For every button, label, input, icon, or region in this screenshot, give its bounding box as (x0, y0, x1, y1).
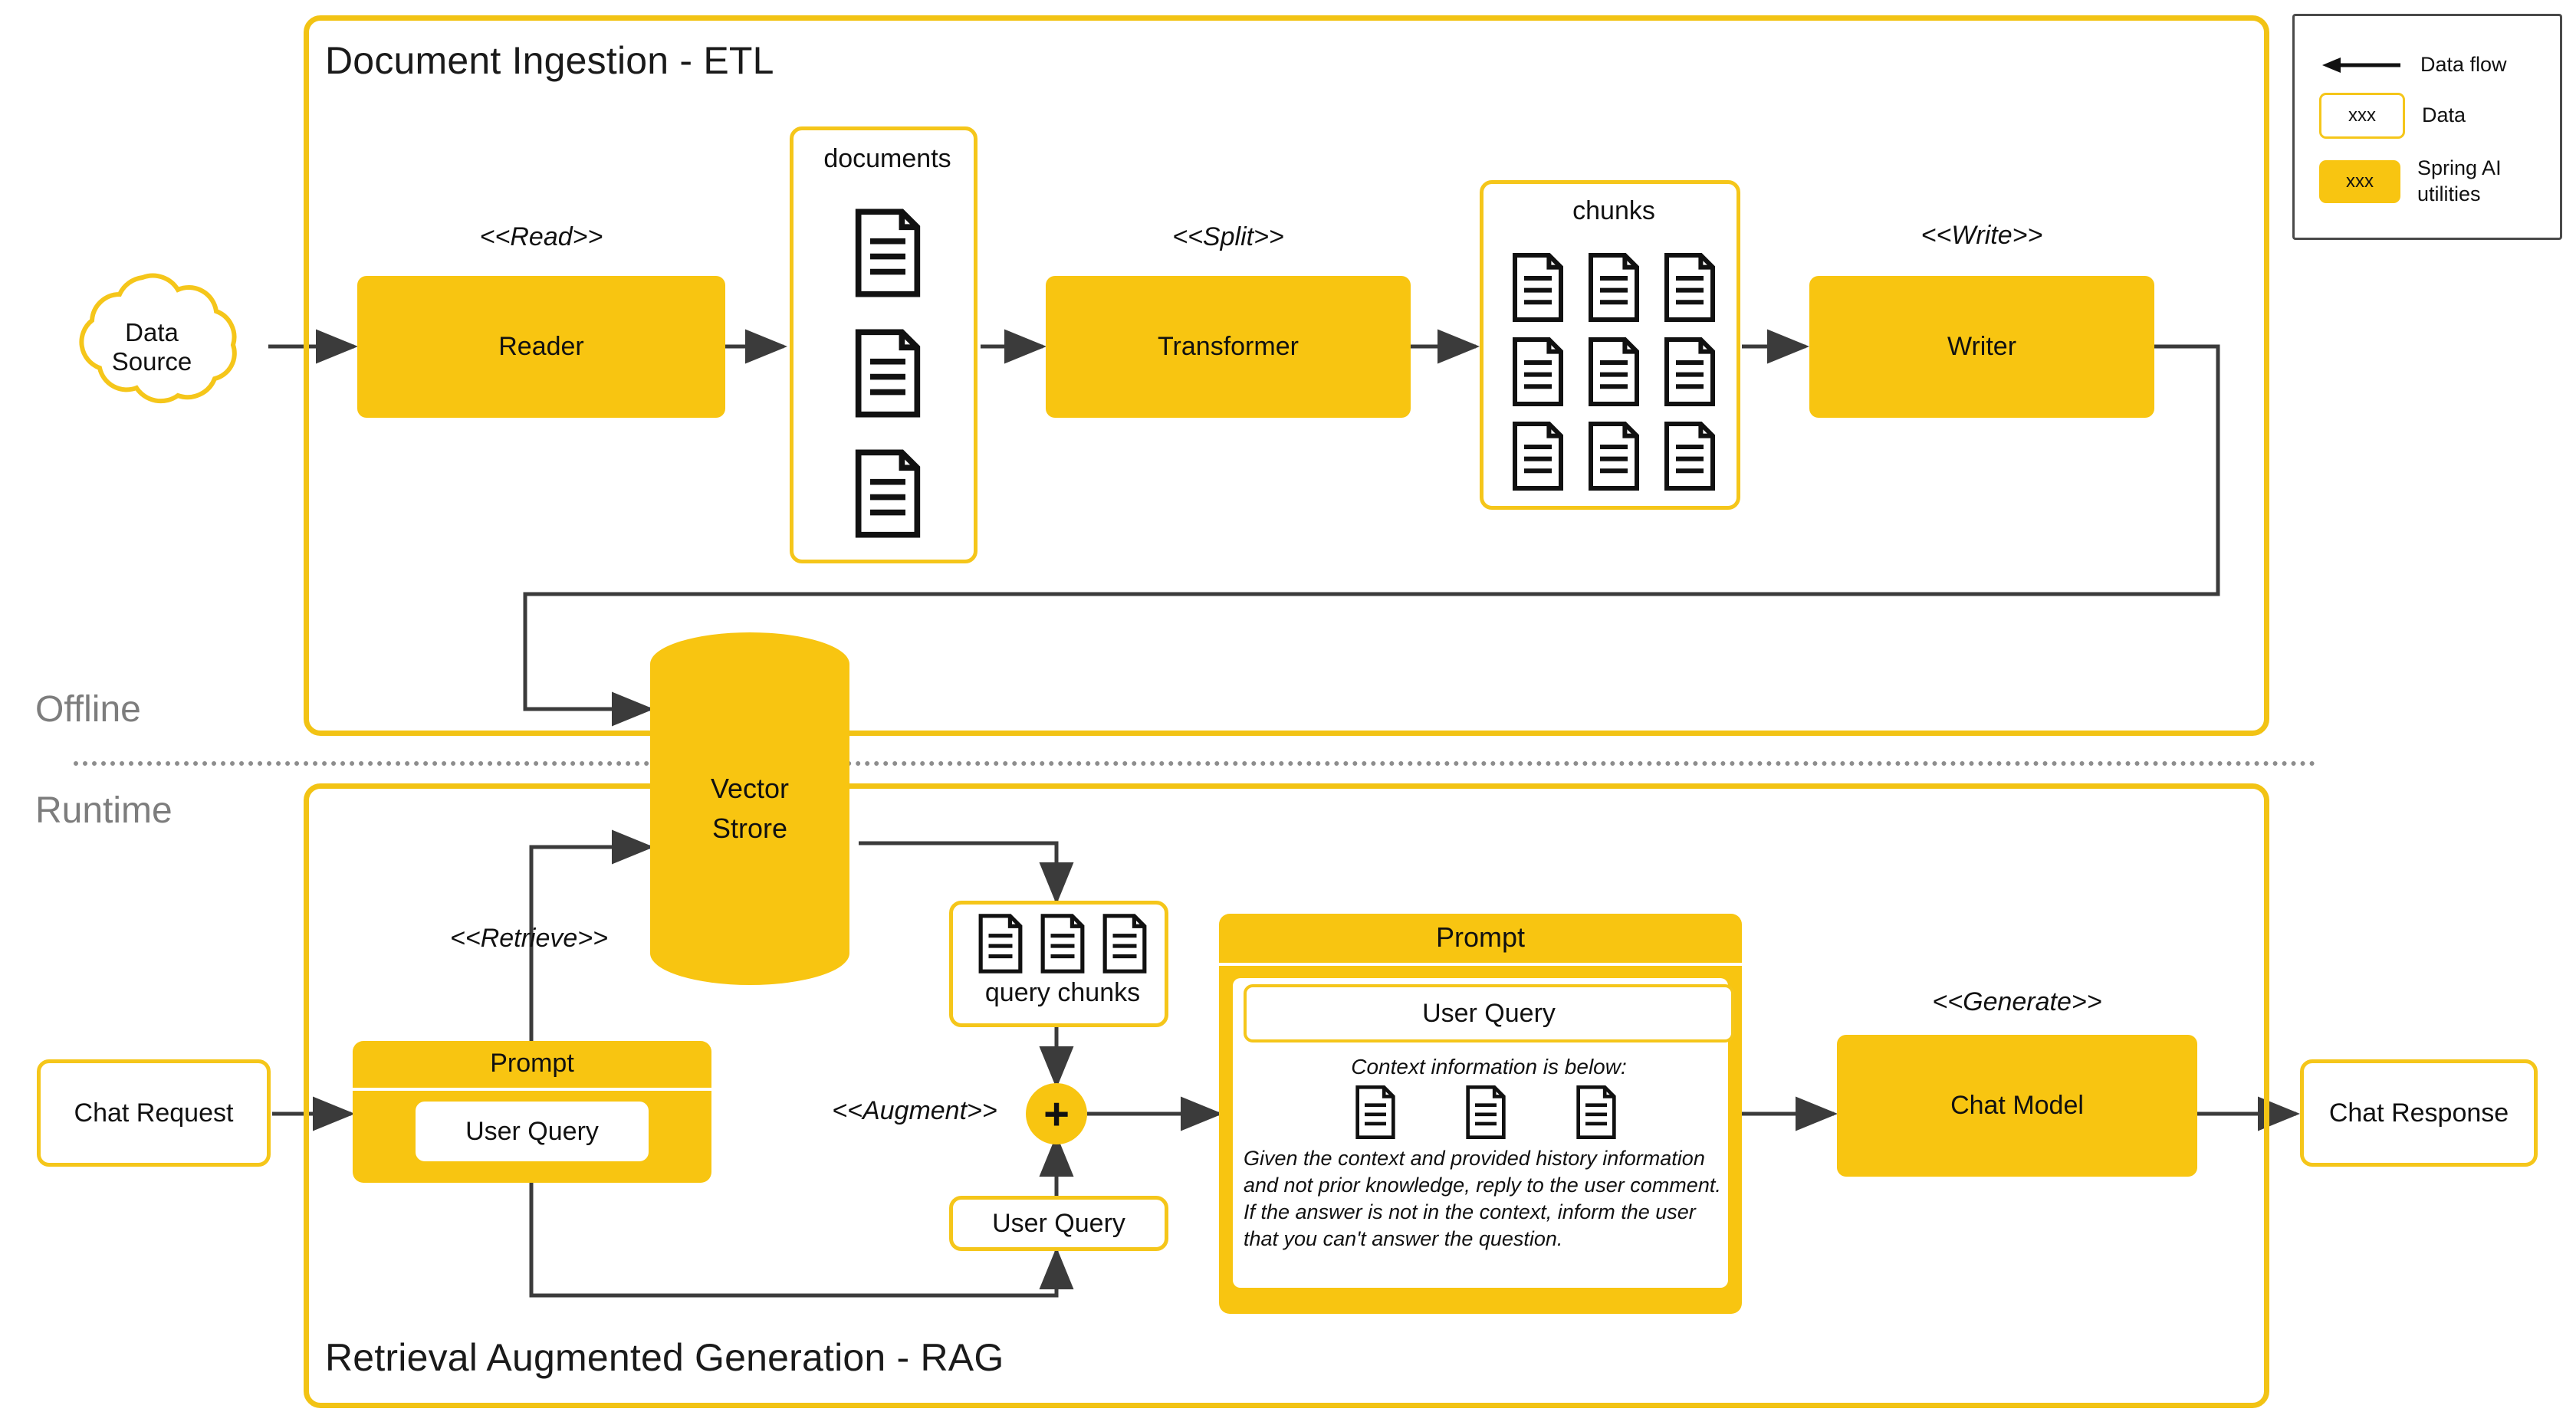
document-icon (855, 329, 920, 418)
augmented-prompt-body: User Query Context information is below:… (1233, 978, 1734, 1288)
documents-icon-stack (794, 193, 981, 553)
chat-request-node[interactable]: Chat Request (37, 1059, 271, 1167)
writer-node[interactable]: Writer (1809, 276, 2154, 418)
document-icon (1664, 422, 1715, 491)
context-intro-text: Context information is below: (1351, 1055, 1627, 1079)
augment-plus-node[interactable]: + (1026, 1083, 1087, 1144)
context-docs-row (1286, 1085, 1685, 1139)
vector-store-line1: Vector (710, 772, 790, 804)
phase-runtime-label: Runtime (35, 790, 172, 831)
vector-store-node[interactable]: Vector Strore (650, 632, 849, 985)
prompt-instruction-text: Given the context and provided history i… (1244, 1147, 1721, 1251)
document-icon (1040, 914, 1085, 974)
request-prompt-node[interactable]: Prompt User Query (353, 1041, 711, 1183)
augmented-prompt-header: Prompt (1219, 914, 1742, 966)
transformer-node[interactable]: Transformer (1046, 276, 1411, 418)
stereotype-read: <<Read>> (479, 222, 603, 251)
chat-model-node[interactable]: Chat Model (1837, 1035, 2197, 1177)
documents-label: documents (823, 144, 951, 173)
chunks-label: chunks (1572, 196, 1655, 225)
stereotype-generate: <<Generate>> (1932, 987, 2102, 1016)
data-source-line2: Source (111, 347, 192, 376)
document-icon (1355, 1085, 1395, 1139)
rag-title: Retrieval Augmented Generation - RAG (325, 1336, 1004, 1379)
legend-row-flow: Data flow (2308, 47, 2551, 84)
document-icon (1576, 1085, 1616, 1139)
reader-node[interactable]: Reader (357, 276, 725, 418)
stereotype-retrieve: <<Retrieve>> (449, 924, 609, 953)
query-chunks-container: query chunks (949, 901, 1168, 1027)
query-chunks-label: query chunks (984, 978, 1141, 1007)
documents-container: documents (790, 126, 978, 563)
document-icon (1588, 422, 1639, 491)
legend-flow-label: Data flow (2420, 53, 2507, 77)
document-icon (1513, 253, 1564, 322)
document-icon (1513, 422, 1564, 491)
legend-util-chip: xxx (2319, 160, 2400, 203)
data-source-line1: Data (125, 318, 179, 346)
chat-response-node[interactable]: Chat Response (2300, 1059, 2538, 1167)
document-icon (978, 914, 1023, 974)
document-icon (1664, 337, 1715, 406)
legend-panel: Data flow xxx Data xxx Spring AI utiliti… (2292, 14, 2562, 240)
document-icon (1588, 337, 1639, 406)
document-icon (1588, 253, 1639, 322)
document-icon (855, 449, 920, 538)
legend-data-chip: xxx (2319, 93, 2405, 139)
document-icon (1102, 914, 1147, 974)
data-source-cloud: Data Source (37, 267, 267, 428)
document-icon (1466, 1085, 1506, 1139)
chunks-icon-grid (1500, 245, 1727, 498)
document-icon (1664, 253, 1715, 322)
legend-data-label: Data (2422, 103, 2466, 127)
offline-runtime-divider (74, 761, 2316, 766)
phase-offline-label: Offline (35, 689, 141, 730)
request-prompt-header: Prompt (353, 1041, 711, 1091)
stereotype-write: <<Write>> (1921, 221, 2043, 250)
vector-store-line2: Strore (711, 813, 788, 844)
legend-row-data: xxx Data (2308, 93, 2551, 139)
augmented-prompt-node[interactable]: Prompt User Query Context information is… (1219, 914, 1742, 1314)
query-chunks-icon-row (962, 914, 1163, 974)
etl-title: Document Ingestion - ETL (325, 39, 774, 82)
user-query-node[interactable]: User Query (949, 1196, 1168, 1251)
stereotype-split: <<Split>> (1172, 222, 1284, 251)
legend-util-label: Spring AI utilities (2417, 156, 2502, 205)
data-flow-arrow-icon (2322, 57, 2400, 73)
request-prompt-user-query: User Query (416, 1102, 649, 1161)
chunks-container: chunks (1480, 180, 1740, 510)
stereotype-augment: <<Augment>> (832, 1096, 997, 1125)
legend-row-util: xxx Spring AI utilities (2308, 154, 2551, 209)
augmented-prompt-user-query: User Query (1244, 984, 1734, 1042)
document-icon (1513, 337, 1564, 406)
document-icon (855, 208, 920, 297)
